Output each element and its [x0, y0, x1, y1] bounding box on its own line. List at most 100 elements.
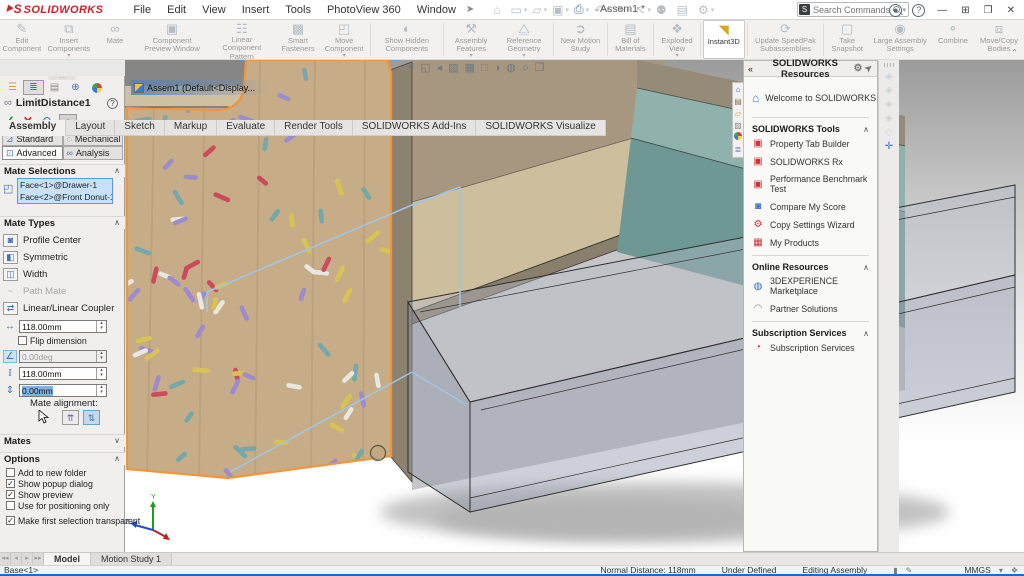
tab-markup[interactable]: Markup	[165, 120, 217, 136]
component-preview-window-button[interactable]: ▣ Component Preview Window	[136, 20, 208, 59]
view-settings-icon[interactable]: ❐	[535, 61, 545, 74]
show-hidden-components-button[interactable]: ◐ Show Hidden Components	[373, 20, 441, 59]
motion-study-tab[interactable]: Motion Study 1	[91, 553, 172, 565]
spinner-control[interactable]: ▴▾	[96, 368, 106, 379]
rebuild-icon[interactable]: ⚉	[656, 3, 667, 17]
hide-show-items-icon[interactable]: ◑	[494, 62, 501, 74]
appearances-tab-icon[interactable]	[734, 132, 742, 144]
collapse-chevron-icon[interactable]: ∧	[863, 329, 869, 338]
solidworks-rx-link[interactable]: ▣ SOLIDWORKS Rx	[752, 156, 877, 167]
option-row[interactable]: Show popup dialog	[6, 478, 124, 489]
new-document-icon[interactable]: ▭	[511, 3, 522, 17]
reference-geometry-button[interactable]: ⧋ Reference Geometry ▾	[497, 20, 552, 59]
drag-handle[interactable]	[884, 63, 895, 67]
tab-solidworks-visualize[interactable]: SOLIDWORKS Visualize	[476, 120, 605, 136]
apply-scene-icon[interactable]: ○	[522, 62, 529, 74]
update-speedpak-button[interactable]: ⟳ Update SpeedPak Subassemblies	[749, 20, 821, 59]
compare-my-score-link[interactable]: ◙ Compare My Score	[752, 201, 877, 212]
collapse-chevron-icon[interactable]: ∧	[114, 218, 120, 227]
dropdown-caret-icon[interactable]: ▾	[67, 54, 70, 59]
subscription-services-section[interactable]: Subscription Services ∧	[752, 321, 869, 338]
section-view-icon[interactable]: ▧	[448, 61, 458, 74]
options-gear-icon[interactable]: ⚙	[853, 63, 862, 74]
zoom-to-fit-icon[interactable]: ⌖	[408, 61, 414, 74]
menu-view[interactable]: View	[194, 4, 234, 16]
bill-of-materials-button[interactable]: ▤ Bill of Materials	[609, 20, 651, 59]
minimum-value-input[interactable]: 0.00mm ▴▾	[19, 384, 107, 397]
make-first-selection-transparent-checkbox[interactable]	[6, 516, 15, 525]
window-layout-button[interactable]: ⊞	[961, 5, 969, 16]
spinner-control[interactable]: ▴▾	[96, 385, 106, 396]
collapse-chevron-icon[interactable]: ∧	[863, 125, 869, 134]
symmetric-mate-button[interactable]: ◧ Symmetric	[3, 249, 123, 265]
solidworks-resources-tab-icon[interactable]: ⌂	[736, 84, 741, 96]
search-input[interactable]	[813, 5, 893, 15]
propertymanager-tab[interactable]: ≣	[23, 80, 44, 95]
large-assembly-settings-button[interactable]: ◉ Large Assembly Settings	[868, 20, 932, 59]
menu-edit[interactable]: Edit	[159, 4, 194, 16]
prev-tab-arrow[interactable]: ◂	[11, 553, 22, 565]
aligned-button[interactable]: ⇈	[62, 410, 79, 425]
dropdown-caret-icon[interactable]: ▾	[470, 54, 473, 59]
file-properties-icon[interactable]: ▤	[677, 3, 688, 17]
mate-selections-listbox[interactable]: Face<1>@Drawer-1 Face<2>@Front Donut-1	[17, 178, 113, 204]
feature-tree-flyout[interactable]: Assem1 (Default<Display...	[131, 80, 269, 95]
linear-coupler-mate-button[interactable]: ⇄ Linear/Linear Coupler	[3, 300, 123, 316]
menu-insert[interactable]: Insert	[234, 4, 278, 16]
partner-solutions-link[interactable]: ◠ Partner Solutions	[752, 303, 877, 314]
collapse-chevron-icon[interactable]: ∧	[863, 263, 869, 272]
collapse-pane-icon[interactable]: «	[748, 64, 753, 74]
close-button[interactable]: ✕	[1007, 5, 1015, 16]
linear-component-pattern-button[interactable]: ☷ Linear Component Pattern ▾	[208, 20, 276, 59]
selection-item[interactable]: Face<1>@Drawer-1	[18, 179, 112, 191]
option-row[interactable]: Make first selection transparent	[6, 515, 124, 526]
open-icon[interactable]: ▱	[532, 3, 541, 17]
mate-types-header[interactable]: Mate Types ∧	[0, 216, 125, 229]
tab-sketch[interactable]: Sketch	[115, 120, 165, 136]
print-icon[interactable]: ⎙	[574, 2, 584, 17]
model-tab[interactable]: Model	[44, 553, 91, 565]
performance-benchmark-link[interactable]: ▣ Performance Benchmark Test	[752, 174, 877, 194]
combine-button[interactable]: ⚬ Combine	[932, 20, 974, 59]
first-tab-arrow[interactable]: ◂◂	[0, 553, 11, 565]
menu-window[interactable]: Window	[409, 4, 464, 16]
move-tool-icon[interactable]: ✛	[879, 141, 899, 155]
width-mate-button[interactable]: ◫ Width	[3, 266, 123, 282]
minimize-button[interactable]: —	[937, 5, 947, 16]
edit-appearance-icon[interactable]: ◍	[506, 61, 516, 74]
view-orientation-icon[interactable]: ▦	[465, 61, 475, 74]
use-for-positioning-only-checkbox[interactable]	[6, 501, 15, 510]
save-icon[interactable]: ▣	[552, 3, 563, 17]
anti-aligned-button[interactable]: ⇅	[83, 410, 100, 425]
take-snapshot-button[interactable]: ▢ Take Snapshot	[826, 20, 868, 59]
option-row[interactable]: Add to new folder	[6, 467, 124, 478]
menu-photoview[interactable]: PhotoView 360	[319, 4, 409, 16]
user-account-icon[interactable]: ●	[889, 4, 902, 17]
tab-layout[interactable]: Layout	[66, 120, 115, 136]
marketplace-link[interactable]: ◍ 3DEXPERIENCE Marketplace	[752, 276, 877, 296]
dimxpert-manager-tab[interactable]: ⊕	[65, 80, 86, 95]
toolbar-collapse-icon[interactable]: ⌃	[1011, 48, 1018, 57]
dropdown-caret-icon[interactable]: ▾	[676, 54, 679, 59]
tab-solidworks-addins[interactable]: SOLIDWORKS Add-Ins	[353, 120, 476, 136]
collapse-chevron-icon[interactable]: ∧	[114, 454, 120, 463]
last-tab-arrow[interactable]: ▸▸	[33, 553, 44, 565]
tab-scroll-arrows[interactable]: ◂◂ ◂ ▸ ▸▸	[0, 553, 44, 565]
pin-menu-icon[interactable]: ➤	[466, 4, 474, 15]
smart-fasteners-button[interactable]: ▩ Smart Fasteners	[276, 20, 321, 59]
tab-assembly[interactable]: Assembly	[0, 120, 66, 136]
spinner-control[interactable]: ▴▾	[96, 321, 106, 332]
mates-header[interactable]: Mates ∨	[0, 434, 125, 447]
new-motion-study-button[interactable]: ➲ New Motion Study	[556, 20, 605, 59]
options-header[interactable]: Options ∧	[0, 452, 125, 465]
pm-help-icon[interactable]: ?	[107, 98, 118, 109]
home-icon[interactable]: ⌂	[493, 3, 500, 17]
options-gear-icon[interactable]: ⚙	[698, 3, 709, 17]
flip-dimension-checkbox[interactable]	[18, 336, 27, 345]
property-tab-builder-link[interactable]: ▣ Property Tab Builder	[752, 138, 877, 149]
option-row[interactable]: Use for positioning only	[6, 500, 124, 511]
dropdown-caret-icon[interactable]: ▾	[522, 54, 525, 59]
distance-input[interactable]: 118.00mm ▴▾	[19, 320, 107, 333]
copy-settings-wizard-link[interactable]: ⚙ Copy Settings Wizard	[752, 219, 877, 230]
edit-component-button[interactable]: ✎ Edit Component	[0, 20, 44, 59]
